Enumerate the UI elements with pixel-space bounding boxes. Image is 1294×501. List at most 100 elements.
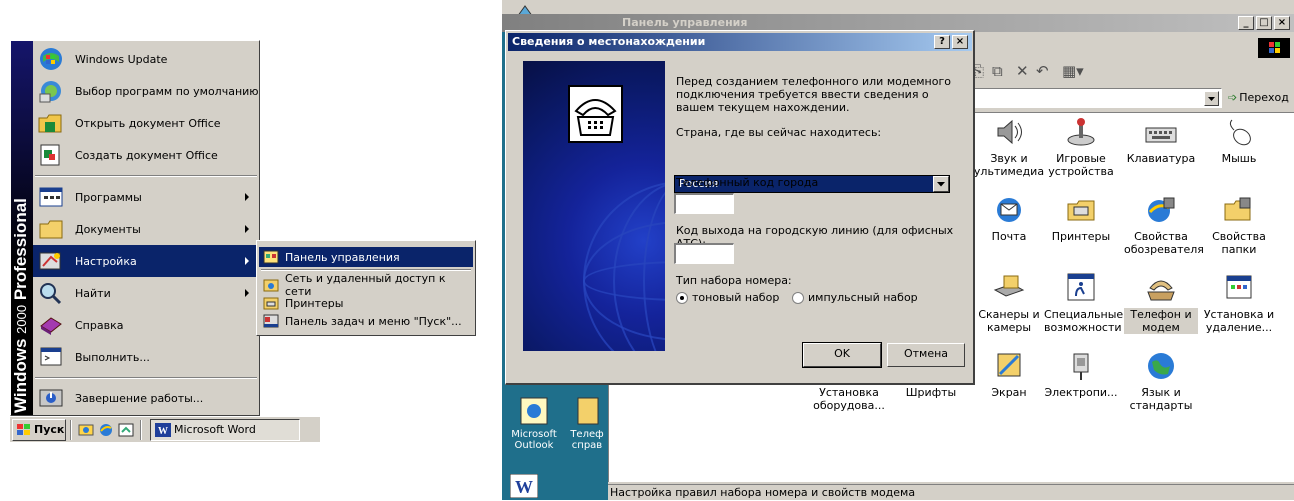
menu-item-label: Справка <box>75 318 124 332</box>
cp-item-folder-options[interactable]: Свойства папки <box>1202 194 1276 256</box>
tone-dial-label: тоновый набор <box>692 291 780 304</box>
brand-windows: Windows <box>11 338 30 413</box>
submenu-item-control-panel[interactable]: Панель управления <box>259 247 473 267</box>
help-button[interactable]: ? <box>934 35 950 49</box>
network-icon <box>263 278 279 292</box>
submenu-item-label: Панель задач и меню "Пуск"... <box>285 314 462 328</box>
menu-item-label: Завершение работы... <box>75 391 204 405</box>
area-code-input[interactable] <box>674 193 734 214</box>
menu-item-run[interactable]: Выполнить... <box>33 341 259 373</box>
cp-item-add-remove[interactable]: Установка и удаление... <box>1202 272 1276 334</box>
joystick-icon <box>1064 116 1098 148</box>
status-bar: Настройка правил набора номера и свойств… <box>608 484 1294 500</box>
svg-text:W: W <box>158 426 168 437</box>
menu-item-shutdown[interactable]: Завершение работы... <box>33 382 259 414</box>
search-icon <box>37 280 65 306</box>
cp-item-mail[interactable]: Почта <box>972 194 1046 243</box>
cp-item-label: Звук и ультимедиа <box>973 152 1045 178</box>
menu-item-new-office-doc[interactable]: Создать документ Office <box>33 139 259 171</box>
desktop-icon-outlook[interactable]: Microsoft Outlook <box>504 396 564 451</box>
cp-item-keyboard[interactable]: Клавиатура <box>1124 116 1198 165</box>
close-button[interactable]: × <box>1274 16 1290 30</box>
dialog-close-button[interactable]: × <box>952 35 968 49</box>
submenu-arrow-icon <box>245 193 249 201</box>
tone-dial-radio[interactable] <box>676 292 688 304</box>
start-menu: Windows 2000 Professional Windows Update… <box>10 40 260 416</box>
menu-item-label: Открыть документ Office <box>75 116 221 130</box>
menu-separator <box>35 377 257 379</box>
cp-item-phone-modem[interactable]: Телефон и модем <box>1124 272 1198 334</box>
minimize-button[interactable]: _ <box>1238 16 1254 30</box>
menu-item-documents[interactable]: Документы <box>33 213 259 245</box>
country-dropdown-button[interactable] <box>933 176 949 192</box>
address-input[interactable] <box>972 88 1222 108</box>
cp-item-label: Установка оборудова... <box>813 386 885 412</box>
outlook-express-icon[interactable] <box>78 422 94 438</box>
area-code-label: Телефонный код города <box>676 176 819 189</box>
documents-icon <box>37 216 65 242</box>
cp-item-power[interactable]: Электропи... <box>1044 350 1118 399</box>
go-arrow-icon: ➩ <box>1228 91 1238 104</box>
cp-item-sound[interactable]: Звук и ультимедиа <box>972 116 1046 178</box>
delete-icon[interactable]: ✕ <box>1016 62 1029 80</box>
submenu-arrow-icon <box>245 257 249 265</box>
word-desktop-icon[interactable]: W <box>509 473 539 499</box>
outside-line-input[interactable] <box>674 243 734 264</box>
submenu-item-network[interactable]: Сеть и удаленный доступ к сети <box>259 272 473 298</box>
views-icon[interactable]: ▦▾ <box>1062 62 1084 80</box>
display-icon <box>992 350 1026 382</box>
menu-item-settings[interactable]: Настройка <box>33 245 259 277</box>
cp-item-label: Мышь <box>1221 152 1257 165</box>
help-icon <box>37 312 65 338</box>
submenu-item-printers[interactable]: Принтеры <box>259 293 473 313</box>
taskbar-separator <box>70 419 72 440</box>
programs-icon <box>37 184 65 210</box>
menu-item-programs[interactable]: Программы <box>33 181 259 213</box>
go-button[interactable]: ➩ Переход <box>1228 91 1289 104</box>
cp-item-label: Сканеры и камеры <box>978 308 1040 334</box>
menu-item-open-office-doc[interactable]: Открыть документ Office <box>33 107 259 139</box>
show-desktop-icon[interactable] <box>118 422 134 438</box>
cp-item-label: Принтеры <box>1051 230 1111 243</box>
settings-submenu: Панель управления Сеть и удаленный досту… <box>256 240 476 336</box>
address-bar: ➩ Переход <box>972 88 1294 110</box>
menu-item-search[interactable]: Найти <box>33 277 259 309</box>
undo-icon[interactable]: ↶ <box>1036 62 1049 80</box>
mouse-icon <box>1222 116 1256 148</box>
cp-item-label: Клавиатура <box>1126 152 1196 165</box>
new-office-doc-icon <box>37 142 65 168</box>
cp-item-display[interactable]: Экран <box>972 350 1046 399</box>
submenu-separator <box>261 269 471 271</box>
cp-item-label: Свойства обозревателя <box>1124 230 1204 256</box>
internet-explorer-icon[interactable] <box>98 422 114 438</box>
printers-icon <box>263 296 279 310</box>
brand-edition: Professional <box>11 198 30 301</box>
copy-to-icon[interactable]: ⧉ <box>992 62 1003 80</box>
start-button[interactable]: Пуск <box>12 418 66 441</box>
phone-modem-icon <box>1144 272 1178 304</box>
menu-item-windows-update[interactable]: Windows Update <box>33 43 259 75</box>
taskbar-task-word[interactable]: W Microsoft Word <box>150 418 300 441</box>
pulse-dial-radio[interactable] <box>792 292 804 304</box>
cp-item-mouse[interactable]: Мышь <box>1202 116 1276 165</box>
desktop-icon-phonebook[interactable]: Телеф справ <box>566 396 608 451</box>
cp-item-internet-options[interactable]: Свойства обозревателя <box>1124 194 1204 256</box>
ok-button[interactable]: OK <box>802 342 882 368</box>
cp-item-scanners[interactable]: Сканеры и камеры <box>972 272 1046 334</box>
cp-item-printers[interactable]: Принтеры <box>1044 194 1118 243</box>
menu-item-help[interactable]: Справка <box>33 309 259 341</box>
cp-item-label: Почта <box>991 230 1027 243</box>
address-dropdown-button[interactable] <box>1204 91 1219 106</box>
cp-item-label: Телефон и модем <box>1124 308 1198 334</box>
start-button-label: Пуск <box>34 423 65 436</box>
submenu-item-taskbar[interactable]: Панель задач и меню "Пуск"... <box>259 311 473 331</box>
windows-logo-icon <box>17 423 31 436</box>
maximize-button[interactable]: □ <box>1256 16 1272 30</box>
cp-item-accessibility[interactable]: Специальные возможности <box>1044 272 1123 334</box>
window-title: Панель управления <box>622 16 748 29</box>
cp-item-regional[interactable]: Язык и стандарты <box>1124 350 1198 412</box>
cancel-button[interactable]: Отмена <box>887 343 965 367</box>
menu-item-default-programs[interactable]: Выбор программ по умолчанию <box>33 75 259 107</box>
cp-item-game-controllers[interactable]: Игровые устройства <box>1044 116 1118 178</box>
menu-item-label: Windows Update <box>75 52 168 66</box>
